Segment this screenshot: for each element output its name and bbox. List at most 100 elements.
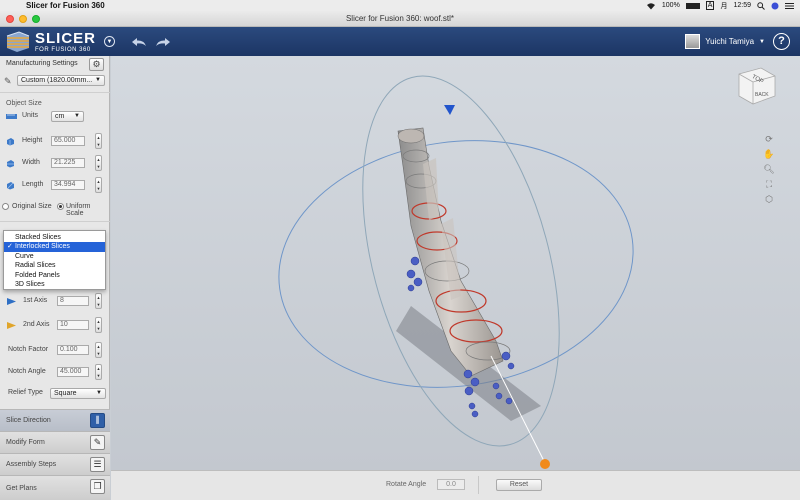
input-method-indicator[interactable]: A xyxy=(705,1,715,10)
user-name: Yuichi Tamiya xyxy=(705,37,755,46)
first-axis-stepper[interactable]: ▲ ▼ xyxy=(95,293,102,309)
step-slice-direction[interactable]: Slice Direction ⫼ xyxy=(0,409,110,431)
app-menu-dropdown[interactable]: ▼ xyxy=(104,36,115,47)
assembly-steps-icon: ☰ xyxy=(90,457,105,472)
units-value: cm xyxy=(55,113,65,120)
length-stepper[interactable]: ▲ ▼ xyxy=(95,177,102,193)
app-header: SLICER FOR FUSION 360 ▼ Yuichi Tamiya ▼ … xyxy=(0,27,800,56)
slicer-logo-icon xyxy=(6,30,30,52)
gear-icon: ⚙ xyxy=(92,59,101,69)
step-assembly-steps[interactable]: Assembly Steps ☰ xyxy=(0,453,110,475)
object-size-label: Object Size xyxy=(6,100,42,107)
uniform-scale-label: Uniform Scale xyxy=(66,203,91,217)
relief-type-select[interactable]: Square ▼ xyxy=(50,388,106,399)
window-title: Slicer for Fusion 360: woof.stl* xyxy=(345,14,455,23)
menu-item-radial-slices[interactable]: Radial Slices xyxy=(4,261,105,270)
get-plans-icon: ❐ xyxy=(90,479,105,494)
step-label: Get Plans xyxy=(6,484,37,492)
battery-percent: 100% xyxy=(661,2,680,9)
orbit-icon[interactable]: ⟳ xyxy=(765,134,773,145)
height-input[interactable]: 65.000 xyxy=(51,136,85,146)
siri-icon[interactable] xyxy=(771,2,779,10)
manufacturing-settings-value: Custom (1820.00mm... xyxy=(21,77,93,84)
view-cube[interactable]: TOP BACK xyxy=(735,66,777,110)
notch-angle-label: Notch Angle xyxy=(8,368,46,375)
rotation-ring-vertical[interactable] xyxy=(327,56,595,467)
width-icon xyxy=(7,160,14,168)
step-label: Modify Form xyxy=(6,439,45,446)
length-input[interactable]: 34.994 xyxy=(51,180,85,190)
step-modify-form[interactable]: Modify Form ✎ xyxy=(0,431,110,453)
zoom-icon[interactable]: 🔍︎ xyxy=(763,164,774,175)
logo-title: SLICER xyxy=(35,29,97,47)
rotation-handle-top[interactable] xyxy=(444,105,455,115)
units-label: Units xyxy=(22,112,38,119)
minimize-window-button[interactable] xyxy=(19,15,27,23)
app-menu[interactable]: Slicer for Fusion 360 xyxy=(26,1,105,10)
help-button[interactable]: ? xyxy=(773,33,790,50)
notch-angle-stepper[interactable]: ▲ ▼ xyxy=(95,364,102,380)
checkmark-icon: ✓ xyxy=(7,243,13,251)
chevron-down-icon: ▼ xyxy=(95,77,101,83)
units-select[interactable]: cm ▼ xyxy=(51,111,84,122)
avatar xyxy=(685,34,701,49)
user-menu[interactable]: Yuichi Tamiya ▼ xyxy=(685,34,765,49)
menu-item-interlocked-slices[interactable]: ✓ Interlocked Slices xyxy=(4,242,105,252)
model-scene[interactable] xyxy=(111,56,800,470)
edit-icon[interactable]: ✎ xyxy=(4,76,15,87)
height-stepper[interactable]: ▲ ▼ xyxy=(95,133,102,149)
rotate-angle-input[interactable]: 0.0 xyxy=(437,479,465,490)
width-stepper[interactable]: ▲ ▼ xyxy=(95,155,102,171)
original-size-radio[interactable] xyxy=(2,203,9,210)
uniform-scale-radio[interactable] xyxy=(57,203,64,210)
rotation-handle-orange[interactable] xyxy=(540,459,550,469)
notch-angle-input[interactable]: 45.000 xyxy=(57,367,89,377)
close-window-button[interactable] xyxy=(6,15,14,23)
width-label: Width xyxy=(22,159,40,166)
reset-button[interactable]: Reset xyxy=(496,479,542,491)
second-axis-stepper[interactable]: ▲ ▼ xyxy=(95,317,102,333)
redo-icon[interactable] xyxy=(155,36,171,48)
notch-factor-input[interactable]: 0.100 xyxy=(57,345,89,355)
zoom-window-button[interactable] xyxy=(32,15,40,23)
width-input[interactable]: 21.225 xyxy=(51,158,85,168)
window-controls xyxy=(6,15,40,23)
menu-item-stacked-slices[interactable]: Stacked Slices xyxy=(4,233,105,242)
weekday: 月 xyxy=(720,2,728,10)
length-label: Length xyxy=(22,181,44,188)
search-icon[interactable] xyxy=(757,1,765,10)
ruler-icon xyxy=(6,114,17,119)
undo-redo-group xyxy=(131,36,171,48)
notch-factor-stepper[interactable]: ▲ ▼ xyxy=(95,342,102,358)
zoom-fit-icon[interactable]: ⛶ xyxy=(766,179,772,190)
second-axis-icon xyxy=(7,322,16,329)
menu-item-folded-panels[interactable]: Folded Panels xyxy=(4,271,105,280)
rotate-angle-label: Rotate Angle xyxy=(386,481,427,488)
status-area: 100% A 月 12:59 xyxy=(646,1,800,11)
menu-item-label: Interlocked Slices xyxy=(15,243,70,251)
menu-item-3d-slices[interactable]: 3D Slices xyxy=(4,280,105,289)
original-size-label: Original Size xyxy=(12,203,52,210)
menu-item-curve[interactable]: Curve xyxy=(4,252,105,261)
bottom-toolbar: Rotate Angle 0.0 Reset xyxy=(111,470,800,500)
notification-center-icon[interactable] xyxy=(785,2,794,10)
step-get-plans[interactable]: Get Plans ❐ xyxy=(0,475,110,500)
wifi-icon[interactable] xyxy=(646,2,656,10)
navigation-toolbar: ⟳ ✋ 🔍︎ ⛶ ⬡ xyxy=(761,134,777,205)
undo-icon[interactable] xyxy=(131,36,147,48)
step-label: Assembly Steps xyxy=(6,461,57,468)
second-axis-input[interactable]: 10 xyxy=(57,320,89,330)
clock[interactable]: 12:59 xyxy=(733,2,751,9)
manufacturing-settings-label: Manufacturing Settings xyxy=(6,60,78,67)
relief-type-label: Relief Type xyxy=(8,389,43,396)
manufacturing-settings-select[interactable]: Custom (1820.00mm... ▼ xyxy=(17,75,105,86)
first-axis-input[interactable]: 8 xyxy=(57,296,89,306)
manufacturing-settings-button[interactable]: ⚙ xyxy=(89,58,104,71)
3d-viewport[interactable] xyxy=(111,56,800,470)
battery-icon[interactable] xyxy=(685,2,700,9)
height-icon xyxy=(7,138,14,146)
chevron-down-icon: ▼ xyxy=(74,113,80,119)
slice-direction-icon: ⫼ xyxy=(90,413,105,428)
perspective-cube-icon[interactable]: ⬡ xyxy=(765,194,773,205)
pan-hand-icon[interactable]: ✋ xyxy=(763,149,774,160)
